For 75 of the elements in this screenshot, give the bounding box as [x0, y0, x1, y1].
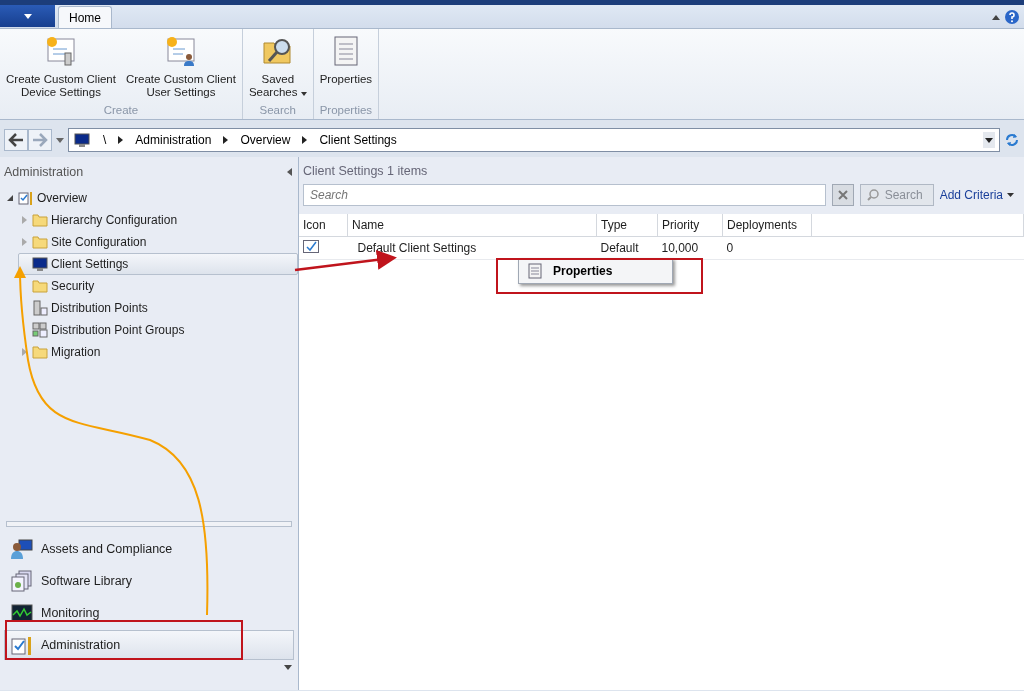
- ribbon-button[interactable]: Properties: [317, 33, 375, 102]
- group-label: Create: [102, 103, 140, 118]
- breadcrumb-arrow-icon[interactable]: [302, 136, 308, 144]
- column-header[interactable]: Priority: [657, 214, 723, 237]
- server-group-icon: [32, 322, 48, 338]
- caret-icon: [23, 13, 32, 19]
- table-cell: 0: [722, 236, 812, 260]
- more-buttons-icon[interactable]: [284, 665, 292, 670]
- close-icon: [837, 190, 848, 200]
- column-header[interactable]: Icon: [299, 214, 348, 237]
- tree-item[interactable]: Security: [18, 275, 298, 297]
- context-menu-item[interactable]: Properties: [518, 258, 673, 284]
- table-cell: Default: [596, 236, 658, 260]
- search-icon: [866, 189, 879, 201]
- overview-icon: [18, 190, 34, 206]
- add-criteria-link[interactable]: Add Criteria: [939, 188, 1020, 202]
- help-icon[interactable]: [1004, 9, 1020, 25]
- ribbon-button[interactable]: Create Custom Client User Settings: [123, 33, 238, 102]
- table-cell: 10,000: [657, 236, 723, 260]
- folder-icon: [32, 212, 48, 228]
- back-button[interactable]: [4, 129, 28, 151]
- settings-user-icon: [164, 35, 197, 67]
- back-arrow-icon: [8, 133, 24, 147]
- ribbon-tab[interactable]: Home: [58, 6, 112, 28]
- column-header[interactable]: Name: [347, 214, 597, 237]
- column-header[interactable]: Type: [596, 214, 658, 237]
- group-label: Properties: [318, 103, 374, 118]
- workspace-button[interactable]: Monitoring: [4, 598, 294, 628]
- workspace-button[interactable]: Assets and Compliance: [4, 534, 294, 564]
- caret-icon: [1007, 193, 1014, 197]
- server-icon: [32, 300, 48, 316]
- breadcrumb[interactable]: Overview: [238, 133, 293, 147]
- workspace-button[interactable]: Administration: [4, 630, 294, 660]
- tree-item[interactable]: Hierarchy Configuration: [18, 209, 298, 231]
- admin-icon: [11, 634, 33, 656]
- forward-arrow-icon: [32, 133, 48, 147]
- breadcrumb-arrow-icon[interactable]: [118, 136, 124, 144]
- search-field[interactable]: Search: [303, 184, 826, 206]
- breadcrumb[interactable]: Administration: [133, 133, 214, 147]
- breadcrumb-arrow-icon[interactable]: [223, 136, 229, 144]
- list-title: Client Settings 1 items: [303, 164, 429, 178]
- tree-item[interactable]: Site Configuration: [18, 231, 298, 253]
- collapse-panel-icon[interactable]: [287, 168, 292, 176]
- breadcrumb[interactable]: Client Settings: [317, 133, 399, 147]
- settings-device-icon: [44, 35, 77, 67]
- user-computer-icon: [11, 538, 33, 560]
- table-cell: Default Client Settings: [347, 236, 597, 260]
- tree-item[interactable]: Client Settings: [18, 253, 298, 275]
- group-label: Search: [258, 103, 297, 118]
- dropdown-icon[interactable]: [983, 132, 995, 148]
- breadcrumb[interactable]: \: [101, 133, 109, 147]
- column-header[interactable]: Deployments: [722, 214, 812, 237]
- folder-icon: [32, 278, 48, 294]
- ribbon-button[interactable]: Create Custom Client Device Settings: [4, 33, 118, 102]
- monitor-icon: [32, 256, 48, 272]
- tree-item[interactable]: Distribution Points: [18, 297, 298, 319]
- panel-title: Administration: [4, 165, 84, 179]
- minimize-ribbon-icon[interactable]: [992, 14, 1000, 20]
- ribbon-button[interactable]: Saved Searches: [246, 33, 309, 102]
- properties-icon: [527, 263, 543, 279]
- clear-button[interactable]: [831, 184, 854, 206]
- workspace-button[interactable]: Software Library: [4, 566, 294, 596]
- folder-icon: [32, 344, 48, 360]
- tree-item[interactable]: Overview: [4, 187, 298, 209]
- checkbox-icon: [303, 240, 319, 253]
- refresh-icon[interactable]: [1004, 132, 1020, 148]
- expanded-icon[interactable]: [5, 193, 15, 203]
- history-dropdown-icon[interactable]: [56, 137, 64, 143]
- folder-icon: [32, 234, 48, 250]
- caret-icon: [300, 92, 307, 96]
- tree-item[interactable]: Distribution Point Groups: [18, 319, 298, 341]
- tree-item[interactable]: Migration: [18, 341, 298, 363]
- address-bar[interactable]: \ Administration Overview Client Settings: [68, 128, 1000, 152]
- monitor-icon: [73, 132, 91, 148]
- library-icon: [11, 570, 33, 592]
